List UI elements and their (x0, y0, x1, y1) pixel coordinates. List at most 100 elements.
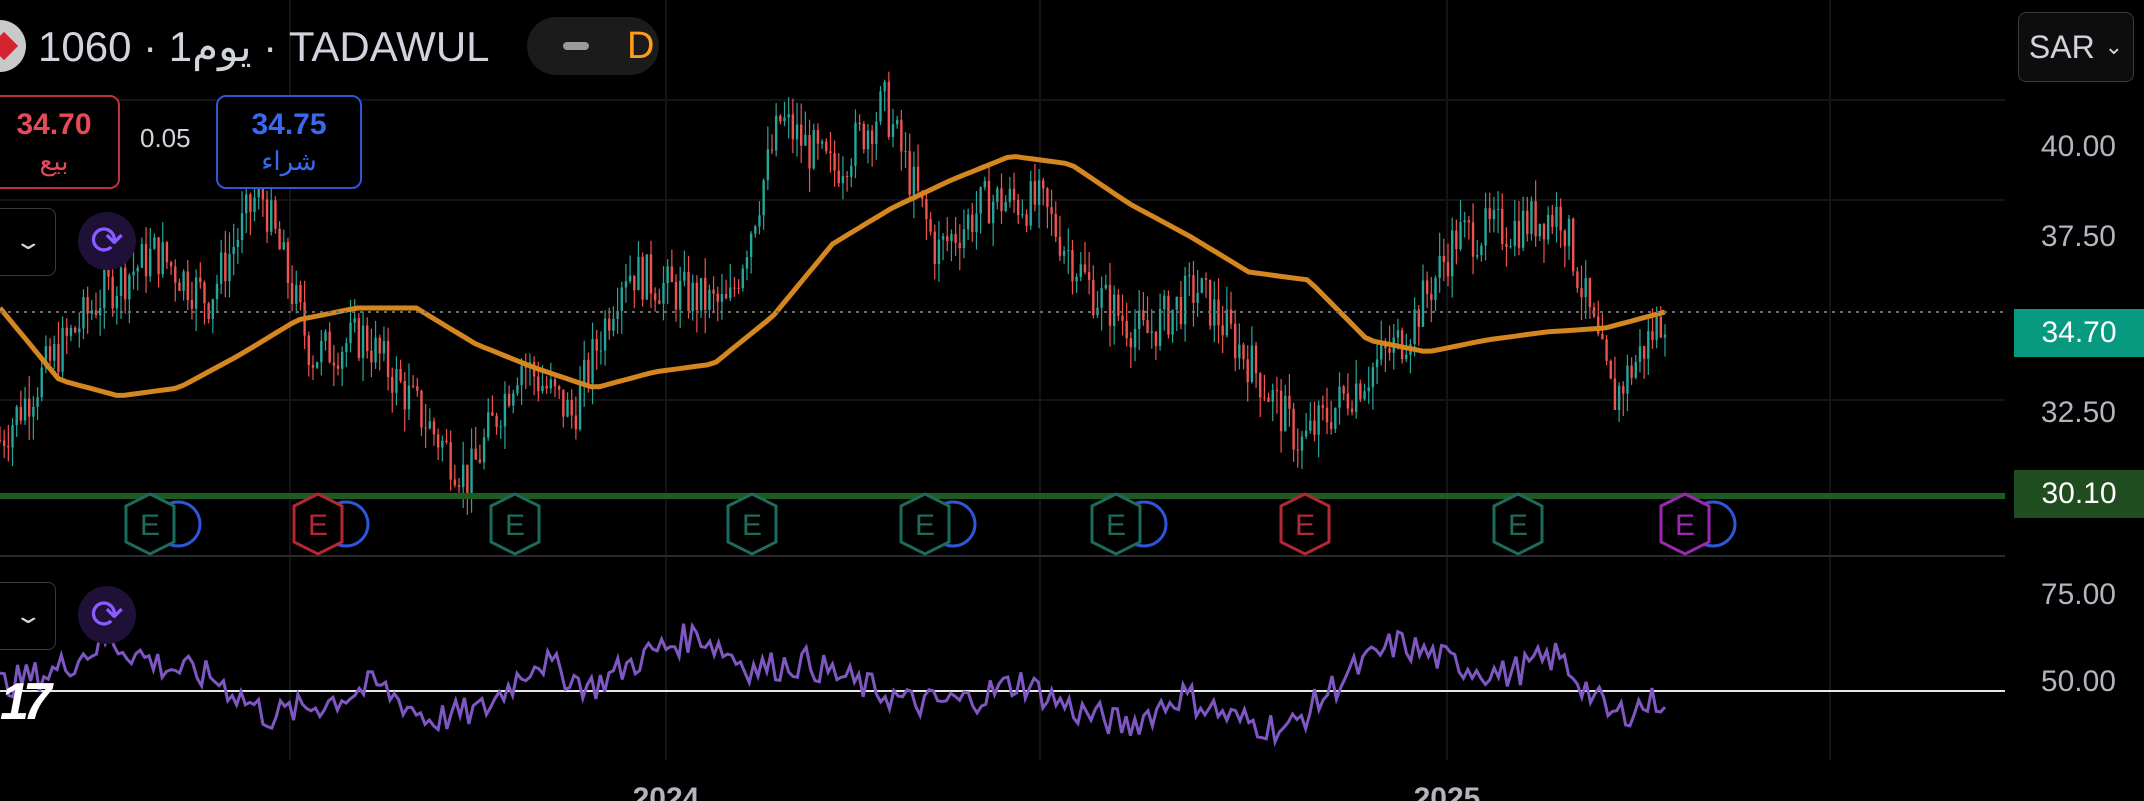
candle-body (278, 228, 281, 250)
candle-body (1442, 255, 1446, 263)
candle-body (1555, 206, 1558, 227)
candle-body (850, 165, 853, 177)
candle-body (1183, 275, 1187, 325)
candle-body (1396, 330, 1400, 338)
candle-body (975, 213, 978, 233)
candle-body (1634, 361, 1637, 378)
candle-body (1238, 344, 1241, 359)
candle-body (946, 236, 949, 242)
candle-body (1071, 250, 1074, 282)
candle-body (1626, 365, 1629, 394)
candle-body (608, 318, 611, 331)
candle-body (399, 368, 402, 382)
candle-body (987, 180, 991, 224)
symbol-header[interactable]: 1060 · 1يوم · TADAWUL (0, 18, 490, 74)
candle-body (1546, 215, 1550, 240)
candle-body (1200, 278, 1204, 293)
candle-body (407, 385, 411, 410)
candle-body (1050, 207, 1053, 214)
candle-body (891, 124, 895, 137)
candle-body (737, 287, 740, 289)
earnings-event-icon[interactable]: E (1090, 492, 1168, 556)
candle-body (123, 267, 127, 300)
sell-button[interactable]: 34.70 بيع (0, 95, 120, 189)
candle-body (245, 194, 248, 214)
collapse-price-pane-button[interactable]: ⌄ (0, 208, 56, 276)
candle-body (32, 406, 35, 417)
candle-body (1254, 345, 1258, 374)
price-axis-tick: 32.50 (2040, 396, 2116, 429)
candle-body (1058, 236, 1062, 256)
candle-body (1158, 308, 1162, 347)
candle-body (683, 271, 686, 281)
earnings-event-icon[interactable]: E (1279, 492, 1331, 556)
candle-body (1501, 208, 1504, 244)
candle-body (1484, 208, 1487, 246)
candle-body (1242, 344, 1245, 360)
candle-body (966, 214, 970, 230)
candle-body (1121, 315, 1124, 321)
candle-body (495, 415, 498, 427)
candle-body (1117, 294, 1120, 316)
candle-body (1275, 390, 1279, 392)
candle-body (153, 237, 156, 249)
candle-body (687, 271, 690, 312)
candle-body (215, 283, 219, 300)
candle-body (1075, 276, 1078, 282)
candle-body (1304, 430, 1308, 437)
candle-body (436, 434, 440, 448)
candle-body (249, 194, 252, 212)
candle-body (662, 282, 665, 304)
candle-body (1004, 201, 1007, 212)
earnings-event-icon[interactable]: E (899, 492, 977, 556)
candle-body (53, 344, 56, 361)
candle-body (649, 254, 653, 294)
candle-body (353, 318, 356, 323)
candle-body (925, 198, 928, 220)
earnings-event-icon[interactable]: E (489, 492, 541, 556)
earnings-event-icon[interactable]: E (124, 492, 202, 556)
candle-body (1363, 391, 1366, 400)
candle-body (908, 151, 911, 195)
candle-body (445, 440, 448, 443)
candle-body (1292, 408, 1295, 450)
collapse-rsi-pane-button[interactable]: ⌄ (0, 582, 56, 650)
candle-body (733, 287, 736, 289)
candle-body (1100, 288, 1103, 308)
rsi-axis-tick: 75.00 (2040, 578, 2116, 611)
candle-body (1446, 262, 1450, 277)
candle-body (1534, 201, 1537, 237)
candle-body (570, 400, 573, 416)
candle-body (603, 318, 607, 351)
candle-body (219, 252, 223, 284)
candle-body (512, 393, 515, 406)
candle-body (1338, 386, 1341, 408)
candle-body (1313, 420, 1316, 435)
candle-body (1421, 280, 1425, 327)
currency-select[interactable]: SAR ⌄ (2018, 12, 2134, 82)
candle-body (762, 180, 765, 216)
candle-body (628, 275, 632, 282)
candle-body (1551, 215, 1554, 227)
earnings-event-label: E (1675, 509, 1695, 542)
earnings-event-icon[interactable]: E (1659, 492, 1737, 556)
candle-body (382, 341, 386, 354)
candle-body (708, 289, 711, 310)
candle-body (1229, 309, 1233, 324)
chart-mode-toggle[interactable]: D (527, 17, 659, 75)
candle-body (653, 293, 657, 301)
buy-button[interactable]: 34.75 شراء (216, 95, 362, 189)
candle-body (240, 213, 244, 241)
candle-body (900, 119, 903, 152)
sync-icon[interactable]: ⟳ (78, 586, 136, 644)
candle-body (674, 281, 678, 310)
candle-body (165, 242, 169, 263)
earnings-event-icon[interactable]: E (726, 492, 778, 556)
earnings-event-icon[interactable]: E (292, 492, 370, 556)
sync-icon[interactable]: ⟳ (78, 212, 136, 270)
candle-body (28, 398, 31, 417)
candle-body (912, 166, 916, 195)
candle-body (140, 243, 144, 268)
candle-body (787, 114, 790, 118)
earnings-event-icon[interactable]: E (1492, 492, 1544, 556)
